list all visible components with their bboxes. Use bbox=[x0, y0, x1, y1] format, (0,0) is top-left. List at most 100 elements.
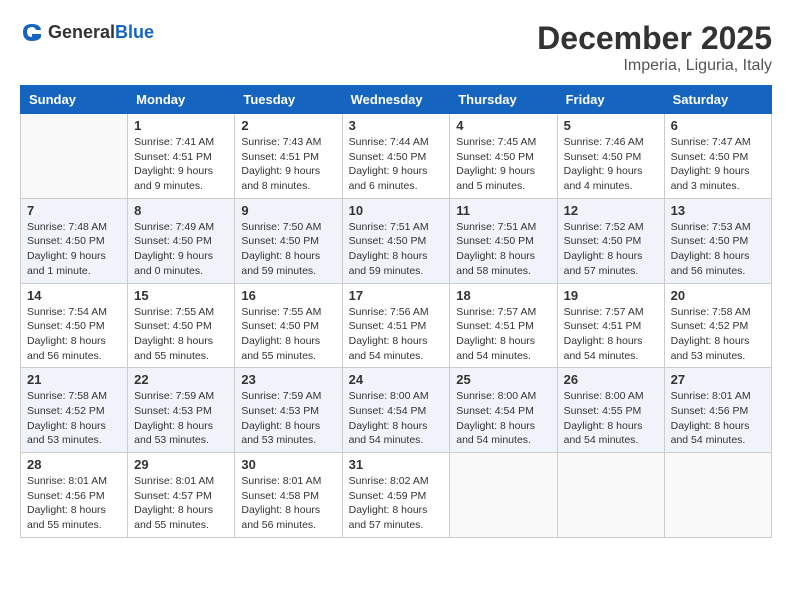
day-info: Sunrise: 7:45 AMSunset: 4:50 PMDaylight:… bbox=[456, 135, 550, 194]
calendar-cell: 11 Sunrise: 7:51 AMSunset: 4:50 PMDayligh… bbox=[450, 198, 557, 283]
calendar-cell: 4 Sunrise: 7:45 AMSunset: 4:50 PMDaylight… bbox=[450, 114, 557, 199]
calendar-week-row: 21Sunrise: 7:58 AMSunset: 4:52 PMDayligh… bbox=[21, 368, 772, 453]
calendar-cell: 23 Sunrise: 7:59 AMSunset: 4:53 PMDayligh… bbox=[235, 368, 342, 453]
calendar-week-row: 14 Sunrise: 7:54 AMSunset: 4:50 PMDayligh… bbox=[21, 283, 772, 368]
day-info: Sunrise: 7:52 AMSunset: 4:50 PMDaylight:… bbox=[564, 220, 658, 279]
day-info: Sunrise: 7:51 AMSunset: 4:50 PMDaylight:… bbox=[349, 220, 444, 279]
day-number: 13 bbox=[671, 203, 765, 218]
calendar-cell: 24 Sunrise: 8:00 AMSunset: 4:54 PMDayligh… bbox=[342, 368, 450, 453]
day-number: 10 bbox=[349, 203, 444, 218]
column-header-tuesday: Tuesday bbox=[235, 86, 342, 114]
column-header-saturday: Saturday bbox=[664, 86, 771, 114]
calendar-cell: 28 Sunrise: 8:01 AMSunset: 4:56 PMDayligh… bbox=[21, 453, 128, 538]
calendar-cell: 6Sunrise: 7:47 AMSunset: 4:50 PMDaylight… bbox=[664, 114, 771, 199]
day-info: Sunrise: 7:58 AMSunset: 4:52 PMDaylight:… bbox=[27, 389, 121, 448]
logo-text-blue: Blue bbox=[115, 22, 154, 42]
day-info: Sunrise: 7:43 AMSunset: 4:51 PMDaylight:… bbox=[241, 135, 335, 194]
day-number: 20 bbox=[671, 288, 765, 303]
day-number: 15 bbox=[134, 288, 228, 303]
day-info: Sunrise: 7:53 AMSunset: 4:50 PMDaylight:… bbox=[671, 220, 765, 279]
day-number: 30 bbox=[241, 457, 335, 472]
calendar-cell: 18Sunrise: 7:57 AMSunset: 4:51 PMDayligh… bbox=[450, 283, 557, 368]
calendar-cell: 26Sunrise: 8:00 AMSunset: 4:55 PMDayligh… bbox=[557, 368, 664, 453]
title-block: December 2025 Imperia, Liguria, Italy bbox=[537, 20, 772, 75]
calendar-cell bbox=[557, 453, 664, 538]
month-title: December 2025 bbox=[537, 20, 772, 57]
calendar-week-row: 28 Sunrise: 8:01 AMSunset: 4:56 PMDayligh… bbox=[21, 453, 772, 538]
day-number: 25 bbox=[456, 372, 550, 387]
day-number: 5 bbox=[564, 118, 658, 133]
day-info: Sunrise: 7:44 AMSunset: 4:50 PMDaylight:… bbox=[349, 135, 444, 194]
logo: GeneralBlue bbox=[20, 20, 154, 44]
day-number: 28 bbox=[27, 457, 121, 472]
day-number: 14 bbox=[27, 288, 121, 303]
day-info: Sunrise: 7:55 AMSunset: 4:50 PMDaylight:… bbox=[241, 305, 335, 364]
calendar-week-row: 1 Sunrise: 7:41 AMSunset: 4:51 PMDaylight… bbox=[21, 114, 772, 199]
calendar-cell bbox=[664, 453, 771, 538]
calendar-cell: 13 Sunrise: 7:53 AMSunset: 4:50 PMDayligh… bbox=[664, 198, 771, 283]
calendar-cell: 19 Sunrise: 7:57 AMSunset: 4:51 PMDayligh… bbox=[557, 283, 664, 368]
calendar-table: SundayMondayTuesdayWednesdayThursdayFrid… bbox=[20, 85, 772, 538]
calendar-cell: 17 Sunrise: 7:56 AMSunset: 4:51 PMDayligh… bbox=[342, 283, 450, 368]
day-number: 23 bbox=[241, 372, 335, 387]
day-info: Sunrise: 7:55 AMSunset: 4:50 PMDaylight:… bbox=[134, 305, 228, 364]
page-header: GeneralBlue December 2025 Imperia, Ligur… bbox=[20, 20, 772, 75]
day-info: Sunrise: 7:54 AMSunset: 4:50 PMDaylight:… bbox=[27, 305, 121, 364]
calendar-cell: 29 Sunrise: 8:01 AMSunset: 4:57 PMDayligh… bbox=[128, 453, 235, 538]
calendar-cell bbox=[21, 114, 128, 199]
day-number: 18 bbox=[456, 288, 550, 303]
day-info: Sunrise: 8:00 AMSunset: 4:54 PMDaylight:… bbox=[349, 389, 444, 448]
day-number: 19 bbox=[564, 288, 658, 303]
calendar-cell: 7 Sunrise: 7:48 AMSunset: 4:50 PMDaylight… bbox=[21, 198, 128, 283]
day-info: Sunrise: 8:01 AMSunset: 4:56 PMDaylight:… bbox=[671, 389, 765, 448]
day-number: 1 bbox=[134, 118, 228, 133]
day-number: 12 bbox=[564, 203, 658, 218]
day-info: Sunrise: 7:59 AMSunset: 4:53 PMDaylight:… bbox=[134, 389, 228, 448]
calendar-week-row: 7 Sunrise: 7:48 AMSunset: 4:50 PMDaylight… bbox=[21, 198, 772, 283]
calendar-cell: 15 Sunrise: 7:55 AMSunset: 4:50 PMDayligh… bbox=[128, 283, 235, 368]
day-number: 6 bbox=[671, 118, 765, 133]
day-number: 26 bbox=[564, 372, 658, 387]
day-number: 11 bbox=[456, 203, 550, 218]
day-info: Sunrise: 7:58 AMSunset: 4:52 PMDaylight:… bbox=[671, 305, 765, 364]
day-info: Sunrise: 8:01 AMSunset: 4:57 PMDaylight:… bbox=[134, 474, 228, 533]
column-header-thursday: Thursday bbox=[450, 86, 557, 114]
day-info: Sunrise: 8:01 AMSunset: 4:58 PMDaylight:… bbox=[241, 474, 335, 533]
day-info: Sunrise: 7:57 AMSunset: 4:51 PMDaylight:… bbox=[564, 305, 658, 364]
day-number: 17 bbox=[349, 288, 444, 303]
calendar-cell: 10 Sunrise: 7:51 AMSunset: 4:50 PMDayligh… bbox=[342, 198, 450, 283]
day-info: Sunrise: 8:01 AMSunset: 4:56 PMDaylight:… bbox=[27, 474, 121, 533]
day-info: Sunrise: 7:41 AMSunset: 4:51 PMDaylight:… bbox=[134, 135, 228, 194]
day-info: Sunrise: 8:02 AMSunset: 4:59 PMDaylight:… bbox=[349, 474, 444, 533]
day-info: Sunrise: 7:56 AMSunset: 4:51 PMDaylight:… bbox=[349, 305, 444, 364]
calendar-cell: 31Sunrise: 8:02 AMSunset: 4:59 PMDayligh… bbox=[342, 453, 450, 538]
day-info: Sunrise: 7:46 AMSunset: 4:50 PMDaylight:… bbox=[564, 135, 658, 194]
day-number: 24 bbox=[349, 372, 444, 387]
day-info: Sunrise: 7:50 AMSunset: 4:50 PMDaylight:… bbox=[241, 220, 335, 279]
calendar-cell: 5 Sunrise: 7:46 AMSunset: 4:50 PMDaylight… bbox=[557, 114, 664, 199]
day-number: 2 bbox=[241, 118, 335, 133]
calendar-cell: 3 Sunrise: 7:44 AMSunset: 4:50 PMDaylight… bbox=[342, 114, 450, 199]
calendar-cell bbox=[450, 453, 557, 538]
day-number: 7 bbox=[27, 203, 121, 218]
logo-text-general: General bbox=[48, 22, 115, 42]
day-info: Sunrise: 7:51 AMSunset: 4:50 PMDaylight:… bbox=[456, 220, 550, 279]
day-number: 3 bbox=[349, 118, 444, 133]
column-header-monday: Monday bbox=[128, 86, 235, 114]
calendar-cell: 30 Sunrise: 8:01 AMSunset: 4:58 PMDayligh… bbox=[235, 453, 342, 538]
calendar-cell: 25Sunrise: 8:00 AMSunset: 4:54 PMDayligh… bbox=[450, 368, 557, 453]
day-number: 8 bbox=[134, 203, 228, 218]
day-number: 22 bbox=[134, 372, 228, 387]
calendar-header-row: SundayMondayTuesdayWednesdayThursdayFrid… bbox=[21, 86, 772, 114]
day-info: Sunrise: 7:59 AMSunset: 4:53 PMDaylight:… bbox=[241, 389, 335, 448]
logo-icon bbox=[20, 20, 44, 44]
calendar-cell: 16Sunrise: 7:55 AMSunset: 4:50 PMDayligh… bbox=[235, 283, 342, 368]
day-info: Sunrise: 7:48 AMSunset: 4:50 PMDaylight:… bbox=[27, 220, 121, 279]
calendar-cell: 27Sunrise: 8:01 AMSunset: 4:56 PMDayligh… bbox=[664, 368, 771, 453]
calendar-cell: 1 Sunrise: 7:41 AMSunset: 4:51 PMDaylight… bbox=[128, 114, 235, 199]
day-number: 4 bbox=[456, 118, 550, 133]
day-number: 29 bbox=[134, 457, 228, 472]
calendar-cell: 22 Sunrise: 7:59 AMSunset: 4:53 PMDayligh… bbox=[128, 368, 235, 453]
day-number: 9 bbox=[241, 203, 335, 218]
day-info: Sunrise: 7:49 AMSunset: 4:50 PMDaylight:… bbox=[134, 220, 228, 279]
